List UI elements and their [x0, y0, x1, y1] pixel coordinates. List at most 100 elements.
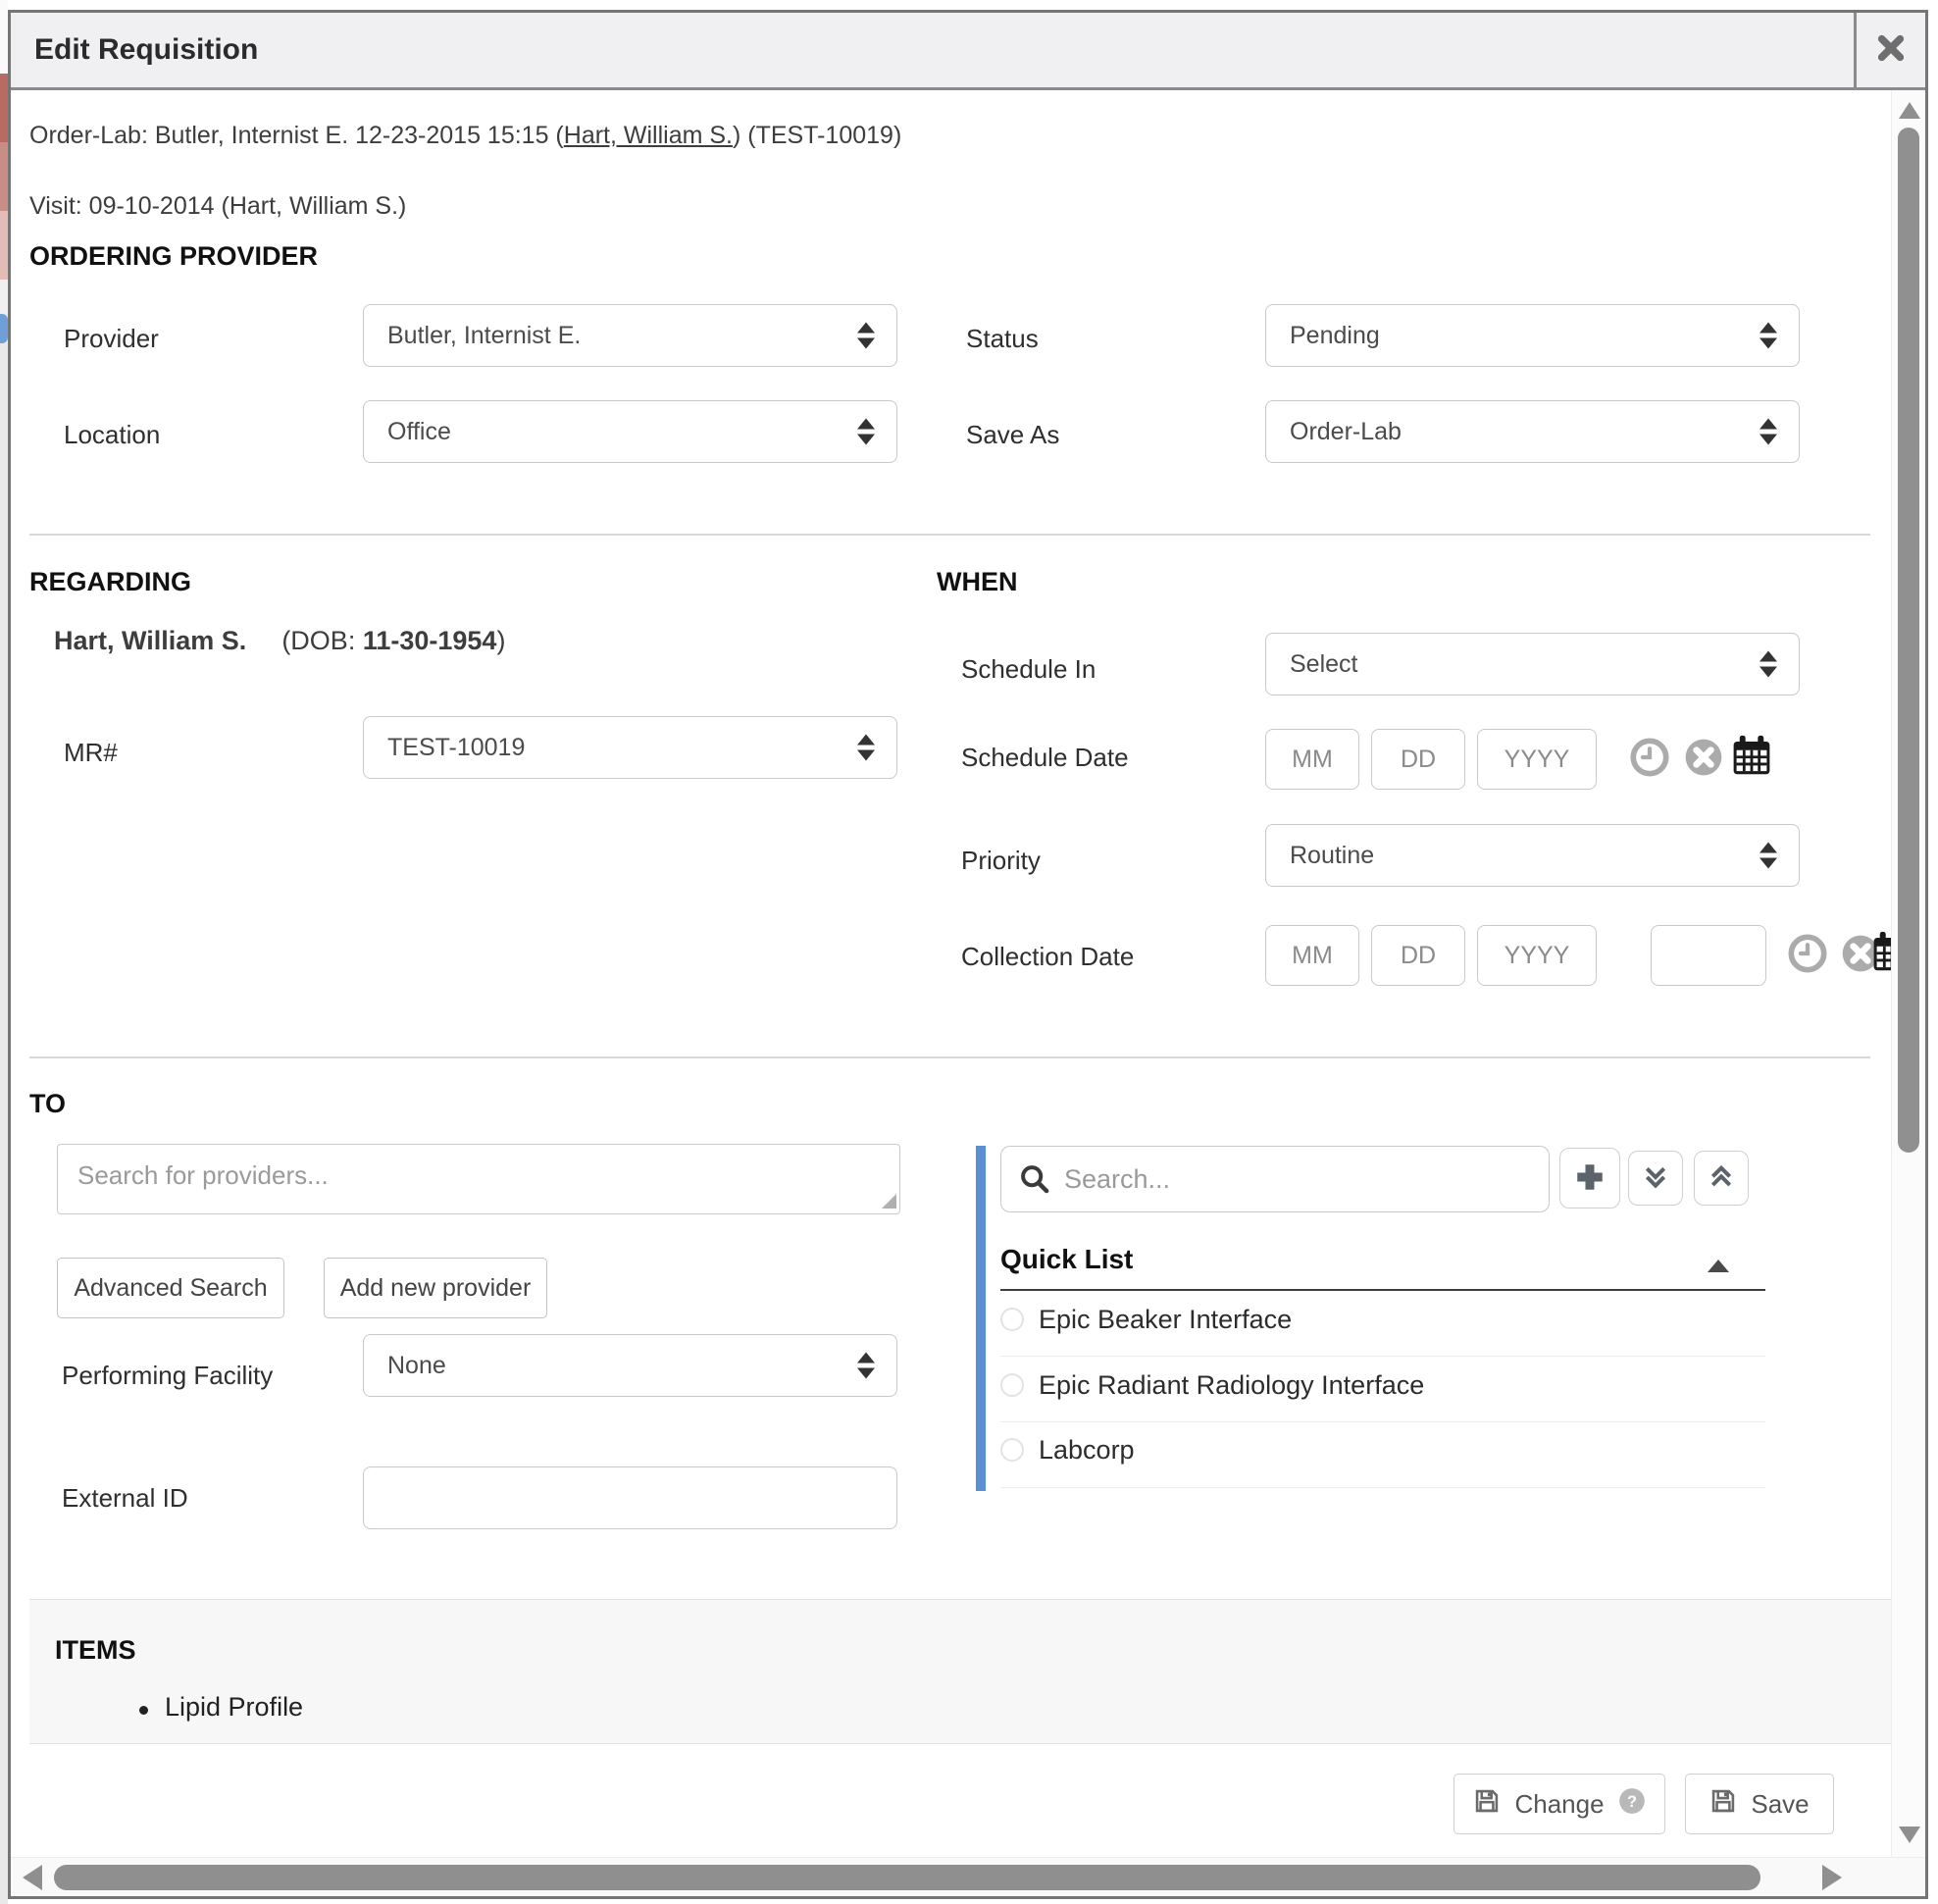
quick-list-item-label[interactable]: Labcorp	[1039, 1435, 1135, 1466]
select-arrows-icon	[857, 735, 875, 761]
schedule-month-input[interactable]	[1265, 729, 1359, 790]
priority-label: Priority	[961, 846, 1041, 876]
save-as-select[interactable]: Order-Lab	[1265, 400, 1800, 463]
quick-list-accent-bar	[976, 1146, 986, 1491]
scroll-right-arrow-icon[interactable]	[1822, 1865, 1842, 1890]
add-recipient-button[interactable]	[1559, 1148, 1620, 1209]
add-new-provider-button[interactable]: Add new provider	[324, 1258, 547, 1318]
double-chevron-down-icon	[1640, 1161, 1671, 1196]
status-select-value: Pending	[1290, 322, 1380, 350]
svg-text:?: ?	[1627, 1792, 1637, 1810]
collection-year-input[interactable]	[1477, 925, 1597, 986]
collection-month-input[interactable]	[1265, 925, 1359, 986]
save-disk-icon	[1473, 1787, 1501, 1822]
provider-select[interactable]: Butler, Internist E.	[363, 304, 897, 367]
horizontal-scrollbar[interactable]	[11, 1857, 1925, 1896]
performing-facility-label: Performing Facility	[62, 1354, 307, 1397]
collapse-all-button[interactable]	[1694, 1151, 1749, 1206]
when-heading: WHEN	[937, 567, 1018, 597]
radio-icon[interactable]	[1000, 1373, 1024, 1397]
dialog-titlebar: Edit Requisition	[11, 13, 1925, 90]
to-heading: TO	[29, 1089, 66, 1119]
scroll-up-arrow-icon[interactable]	[1899, 102, 1920, 119]
schedule-date-clear-icon[interactable]	[1684, 738, 1723, 777]
location-select-value: Office	[387, 418, 451, 446]
schedule-calendar-icon[interactable]	[1731, 734, 1770, 773]
select-arrows-icon	[1760, 843, 1777, 869]
priority-select-value: Routine	[1290, 842, 1374, 870]
provider-select-value: Butler, Internist E.	[387, 322, 581, 350]
external-id-input[interactable]	[363, 1467, 897, 1529]
order-summary-line: Order-Lab: Butler, Internist E. 12-23-20…	[29, 122, 901, 150]
vertical-scrollbar[interactable]	[1891, 90, 1925, 1857]
collection-calendar-icon[interactable]	[1871, 930, 1891, 969]
quick-list-item-label[interactable]: Epic Beaker Interface	[1039, 1305, 1292, 1335]
quick-list-underline	[1000, 1289, 1765, 1291]
radio-icon[interactable]	[1000, 1438, 1024, 1462]
scroll-down-arrow-icon[interactable]	[1899, 1827, 1920, 1843]
order-summary-prefix: Order-Lab: Butler, Internist E. 12-23-20…	[29, 122, 564, 149]
close-button[interactable]	[1854, 13, 1925, 87]
dialog-body: Order-Lab: Butler, Internist E. 12-23-20…	[11, 90, 1891, 1857]
advanced-search-button[interactable]: Advanced Search	[57, 1258, 284, 1318]
collection-time-clock-icon[interactable]	[1788, 934, 1827, 973]
schedule-in-select-value: Select	[1290, 650, 1357, 679]
location-select[interactable]: Office	[363, 400, 897, 463]
provider-search-input[interactable]	[57, 1144, 900, 1214]
resize-grip-icon[interactable]	[882, 1194, 896, 1209]
close-icon	[1876, 33, 1906, 68]
list-separator	[1000, 1356, 1765, 1357]
regarding-heading: REGARDING	[29, 567, 191, 597]
provider-label: Provider	[64, 324, 159, 354]
bullet-icon	[139, 1706, 148, 1715]
quick-list-item-label[interactable]: Epic Radiant Radiology Interface	[1039, 1370, 1424, 1401]
help-icon[interactable]: ?	[1618, 1787, 1646, 1822]
status-select[interactable]: Pending	[1265, 304, 1800, 367]
schedule-day-input[interactable]	[1371, 729, 1465, 790]
horizontal-scrollbar-thumb[interactable]	[54, 1865, 1760, 1890]
select-arrows-icon	[1760, 419, 1777, 445]
dialog-title: Edit Requisition	[34, 13, 258, 87]
schedule-in-select[interactable]: Select	[1265, 633, 1800, 695]
priority-select[interactable]: Routine	[1265, 824, 1800, 887]
search-icon	[1018, 1162, 1051, 1196]
collection-day-input[interactable]	[1371, 925, 1465, 986]
quick-list-heading[interactable]: Quick List	[1000, 1244, 1133, 1275]
select-arrows-icon	[1760, 323, 1777, 349]
save-button[interactable]: Save	[1685, 1774, 1834, 1834]
quick-list-search-area	[1000, 1146, 1550, 1212]
save-as-label: Save As	[966, 420, 1059, 450]
schedule-time-clock-icon[interactable]	[1630, 738, 1669, 777]
scroll-left-arrow-icon[interactable]	[23, 1865, 42, 1890]
performing-facility-select[interactable]: None	[363, 1334, 897, 1397]
edit-requisition-dialog: Edit Requisition Order-Lab: Butler, Inte…	[8, 10, 1928, 1899]
mr-select-value: TEST-10019	[387, 734, 525, 762]
schedule-in-label: Schedule In	[961, 654, 1096, 685]
vertical-scrollbar-thumb[interactable]	[1898, 128, 1919, 1153]
schedule-year-input[interactable]	[1477, 729, 1597, 790]
section-divider	[29, 1056, 1870, 1058]
location-label: Location	[64, 420, 160, 450]
collection-time-input[interactable]	[1651, 925, 1766, 986]
mr-select[interactable]: TEST-10019	[363, 716, 897, 779]
item-label: Lipid Profile	[165, 1692, 303, 1723]
save-as-select-value: Order-Lab	[1290, 418, 1402, 446]
section-divider	[29, 534, 1870, 536]
save-disk-icon	[1709, 1787, 1737, 1822]
change-button[interactable]: Change ?	[1454, 1774, 1665, 1834]
status-label: Status	[966, 324, 1039, 354]
quick-list-search-input[interactable]	[1000, 1146, 1550, 1212]
screen: Edit Requisition Order-Lab: Butler, Inte…	[0, 0, 1938, 1904]
save-button-label: Save	[1751, 1789, 1809, 1820]
select-arrows-icon	[857, 323, 875, 349]
collapse-caret-icon[interactable]	[1708, 1260, 1729, 1272]
dob-prefix: (DOB:	[281, 626, 363, 655]
items-heading: ITEMS	[55, 1635, 136, 1666]
select-arrows-icon	[1760, 651, 1777, 678]
plus-icon	[1572, 1159, 1607, 1198]
expand-all-button[interactable]	[1628, 1151, 1683, 1206]
double-chevron-up-icon	[1706, 1161, 1737, 1196]
radio-icon[interactable]	[1000, 1308, 1024, 1331]
patient-link[interactable]: Hart, William S.	[564, 122, 733, 149]
dob-value: 11-30-1954	[363, 626, 497, 655]
